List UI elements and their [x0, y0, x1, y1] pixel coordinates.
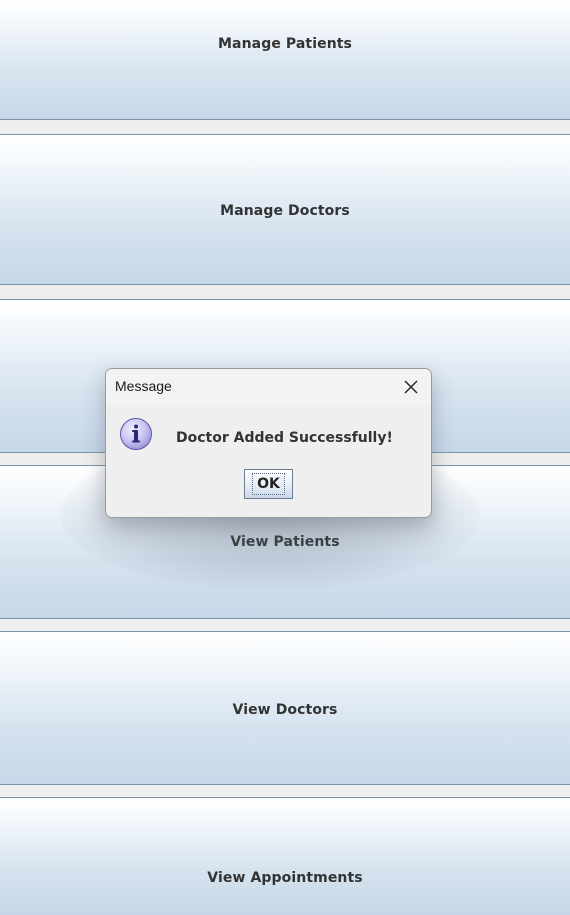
ok-button[interactable]: OK [244, 469, 293, 499]
view-appointments-button[interactable]: View Appointments [0, 797, 570, 915]
manage-doctors-label: Manage Doctors [220, 202, 350, 219]
dialog-message: Doctor Added Successfully! [176, 430, 393, 446]
view-appointments-label: View Appointments [207, 869, 363, 886]
close-icon [404, 380, 418, 394]
message-dialog: Message Doctor Added Successfully! OK [105, 368, 432, 518]
info-icon [120, 418, 152, 450]
dialog-title: Message [115, 378, 172, 394]
manage-doctors-button[interactable]: Manage Doctors [0, 134, 570, 285]
view-doctors-button[interactable]: View Doctors [0, 631, 570, 785]
dialog-titlebar[interactable]: Message [106, 369, 431, 405]
ok-button-label: OK [252, 473, 285, 495]
view-patients-label: View Patients [230, 534, 340, 550]
manage-patients-label: Manage Patients [218, 36, 352, 52]
view-doctors-label: View Doctors [232, 701, 338, 718]
manage-patients-button[interactable]: Manage Patients [0, 0, 570, 120]
close-button[interactable] [401, 377, 421, 397]
